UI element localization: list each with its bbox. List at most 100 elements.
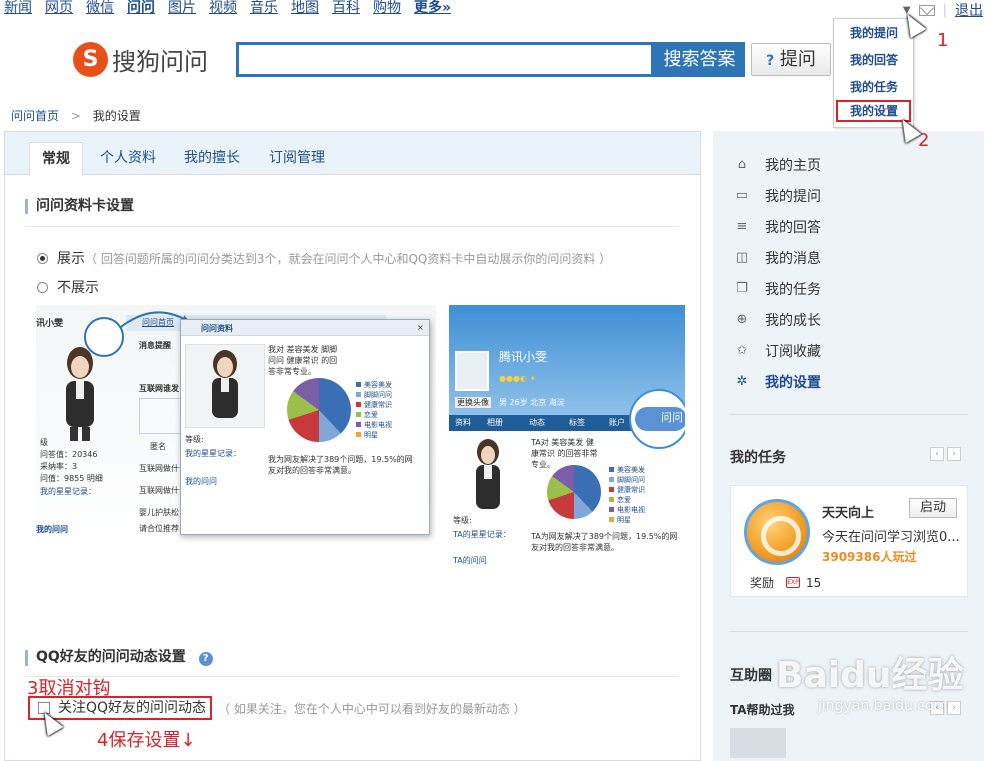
legend-label: 明星	[364, 431, 378, 439]
task-description: 今天在问问学习浏览0...	[822, 530, 960, 545]
ask-question-button[interactable]: ? 提问	[751, 43, 831, 76]
legend-item: 美容美发	[609, 465, 645, 475]
section-divider	[25, 226, 679, 227]
legend-item: 美容美发	[356, 380, 392, 390]
nav-link-web[interactable]: 网页	[45, 0, 73, 16]
nav-link-weixin[interactable]: 微信	[86, 0, 114, 16]
sidebar-item-my-settings[interactable]: ✲ 我的设置	[735, 366, 821, 397]
task-badge-icon	[744, 499, 810, 565]
legend-item: 恋爱	[356, 410, 392, 420]
legend-item: 脚脚问问	[609, 475, 645, 485]
nav-link-wenwen[interactable]: 问问	[127, 0, 155, 16]
option-show-label: 展示	[57, 251, 85, 267]
option-show-row[interactable]: 展示 （ 回答问题所属的问问分类达到3个，就会在问问个人中心和QQ资料卡中自动展…	[37, 248, 611, 268]
preview-q-line-3: 婴儿护肤松	[139, 508, 179, 517]
nav-link-more[interactable]: 更多»	[414, 0, 451, 16]
growth-icon: ⊕	[736, 312, 748, 327]
friend-feed-title-text: QQ好友的问问动态设置	[36, 649, 186, 665]
nav-link-shopping[interactable]: 购物	[373, 0, 401, 16]
legend-item: 电影电视	[609, 505, 645, 515]
preview-close-icon: ×	[417, 323, 424, 332]
next-arrow-icon[interactable]: ›	[947, 447, 961, 461]
qq-card-avatar	[455, 351, 489, 391]
tab-general[interactable]: 常规	[29, 142, 83, 176]
section-divider	[25, 676, 679, 677]
legend-label: 美容美发	[617, 466, 645, 474]
sidebar-item-my-answers[interactable]: ≡ 我的回答	[735, 211, 821, 242]
preview-pie-chart	[287, 378, 351, 442]
preview-stat-points: 问答值：20346	[40, 450, 98, 459]
qq-card-level-icons: ●●●◐ ✦	[499, 374, 537, 383]
settings-tabs: 常规 个人资料 我的擅长 订阅管理	[5, 132, 700, 176]
helper-avatar[interactable]	[730, 728, 786, 758]
legend-label: 电影电视	[617, 506, 645, 514]
preview-stat-level: 级	[40, 438, 48, 447]
question-bubble-icon: ▭	[735, 188, 749, 203]
legend-label: 明星	[617, 516, 631, 524]
nav-link-music[interactable]: 音乐	[250, 0, 278, 16]
follow-friends-label: 关注QQ好友的问问动态	[58, 700, 207, 716]
breadcrumb-home[interactable]: 问问首页	[11, 109, 59, 123]
task-name: 天天向上	[822, 506, 875, 521]
tab-profile[interactable]: 个人资料	[88, 142, 168, 175]
radio-show[interactable]	[37, 252, 48, 264]
preview-personal-center: 讯小雯 级 问答值：20346 采纳率：3 问值：9855 明细 我的星星记录：…	[36, 305, 436, 597]
next-arrow-icon[interactable]: ›	[947, 701, 961, 715]
sidebar-item-subscriptions[interactable]: ✩ 订阅收藏	[735, 335, 821, 366]
tab-subscriptions[interactable]: 订阅管理	[257, 142, 337, 175]
nav-link-map[interactable]: 地图	[291, 0, 319, 16]
logo-text: 搜狗问问	[112, 48, 208, 76]
radio-hide[interactable]	[37, 281, 48, 293]
dropdown-item-my-answers[interactable]: 我的回答	[834, 46, 913, 73]
qq-tab-tags: 标签	[569, 418, 585, 427]
sidebar-item-label: 我的消息	[765, 250, 821, 267]
mail-icon[interactable]	[918, 4, 935, 16]
dropdown-item-my-settings[interactable]: 我的设置	[836, 100, 911, 122]
sidebar-item-my-growth[interactable]: ⊕ 我的成长	[735, 304, 821, 335]
search-answers-button[interactable]: 搜索答案	[654, 42, 745, 77]
logout-link[interactable]: 退出	[955, 0, 983, 20]
preview-my-wenwen: 我的问问	[36, 525, 68, 534]
logo-mark: S	[73, 42, 108, 77]
star-icon: ✩	[736, 343, 748, 358]
sogou-wenwen-logo[interactable]: S 搜狗问问	[73, 42, 208, 77]
help-icon[interactable]: ?	[198, 652, 213, 666]
nav-link-baike[interactable]: 百科	[332, 0, 360, 16]
follow-friends-hint: （ 如果关注，您在个人中心中可以看到好友的最新动态 ）	[218, 701, 526, 716]
preview-card-text: 我对 差容美发 脚脚问问 健康常识 的回答非常专业。	[268, 345, 338, 376]
option-hide-label: 不展示	[57, 280, 99, 296]
help-circle-title: 互助圈	[730, 668, 772, 684]
card-settings-title: 问问资料卡设置	[25, 199, 134, 214]
legend-label: 恋爱	[617, 496, 631, 504]
legend-label: 健康常识	[364, 401, 392, 409]
preview-anon-label: 匿名	[150, 442, 166, 451]
dropdown-item-my-tasks[interactable]: 我的任务	[834, 73, 913, 100]
preview-avatar-figure	[66, 347, 94, 441]
qq-wenwen-badge: 问问	[635, 407, 685, 431]
sidebar-item-my-questions[interactable]: ▭ 我的提问	[735, 180, 821, 211]
option-hide-row[interactable]: 不展示	[37, 277, 99, 297]
tab-expertise[interactable]: 我的擅长	[172, 142, 252, 175]
sidebar-item-label: 订阅收藏	[765, 343, 821, 360]
baidu-jingyan-watermark-url: jingyan.baidu.com	[818, 698, 948, 714]
legend-label: 健康常识	[617, 486, 645, 494]
sidebar-item-label: 我的设置	[765, 374, 821, 391]
prev-arrow-icon[interactable]: ‹	[930, 447, 944, 461]
message-icon: ◫	[735, 250, 749, 265]
task-start-button[interactable]: 启动	[909, 498, 957, 518]
nav-link-video[interactable]: 视频	[209, 0, 237, 16]
top-nav-links: 新闻 网页 微信 问问 图片 视频 音乐 地图 百科 购物 更多»	[4, 0, 464, 16]
nav-link-news[interactable]: 新闻	[4, 0, 32, 16]
search-input[interactable]	[236, 42, 654, 77]
qq-pie-chart	[547, 465, 601, 519]
annotation-step-4: 4保存设置↓	[97, 730, 196, 751]
sidebar-item-my-messages[interactable]: ◫ 我的消息	[735, 242, 821, 273]
legend-label: 脚脚问问	[617, 476, 645, 484]
sidebar-nav: ⌂ 我的主页 ▭ 我的提问 ≡ 我的回答 ◫ 我的消息 ❐ 我的任务 ⊕ 我的成…	[735, 149, 821, 397]
nav-link-images[interactable]: 图片	[168, 0, 196, 16]
preview-card-title: 问问资料	[201, 324, 233, 333]
breadcrumb: 问问首页 > 我的设置	[11, 107, 141, 124]
preview-stat-accept: 采纳率：3	[40, 462, 78, 471]
sidebar-item-my-tasks[interactable]: ❐ 我的任务	[735, 273, 821, 304]
sidebar-item-home[interactable]: ⌂ 我的主页	[735, 149, 821, 180]
